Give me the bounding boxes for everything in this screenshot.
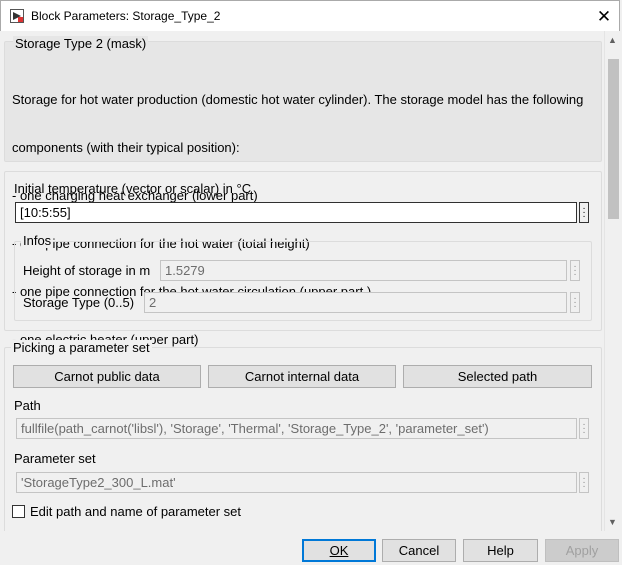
cancel-button-label: Cancel xyxy=(398,543,440,558)
height-field: 1.5279 xyxy=(160,260,567,281)
apply-button-label: Apply xyxy=(565,543,599,558)
height-label: Height of storage in m xyxy=(23,263,151,278)
carnot-public-data-button[interactable]: Carnot public data xyxy=(13,365,201,388)
more-dots-icon: · · · xyxy=(570,292,580,313)
close-icon[interactable]: ✕ xyxy=(589,1,619,32)
scroll-up-icon[interactable]: ▲ xyxy=(608,35,617,45)
mask-description-panel: Storage Type 2 (mask) Storage for hot wa… xyxy=(4,36,602,347)
initial-temp-input[interactable]: [10:5:55] xyxy=(15,202,577,223)
more-dots-icon: · · · xyxy=(579,472,589,493)
more-dots-icon: · · · xyxy=(579,418,589,439)
dialog-footer: OK Cancel Help Apply xyxy=(0,531,622,565)
scroll-down-icon[interactable]: ▼ xyxy=(608,517,617,527)
dialog-content: Storage Type 2 (mask) Storage for hot wa… xyxy=(0,31,604,531)
apply-button[interactable]: Apply xyxy=(545,539,619,562)
description-line: components (with their typical position)… xyxy=(12,140,240,155)
parameter-set-label: Parameter set xyxy=(14,451,96,466)
help-button-label: Help xyxy=(487,543,514,558)
path-field: fullfile(path_carnot('libsl'), 'Storage'… xyxy=(16,418,577,439)
title-bar: Block Parameters: Storage_Type_2 ✕ xyxy=(0,0,620,31)
storage-type-field: 2 xyxy=(144,292,567,313)
selected-path-button[interactable]: Selected path xyxy=(403,365,592,388)
cancel-button[interactable]: Cancel xyxy=(382,539,456,562)
picking-legend: Picking a parameter set xyxy=(11,340,152,355)
infos-legend: Infos xyxy=(21,233,54,248)
help-button[interactable]: Help xyxy=(463,539,538,562)
initial-temp-label: Initial temperature (vector or scalar) i… xyxy=(14,181,252,196)
path-label: Path xyxy=(14,398,41,413)
vertical-scrollbar[interactable]: ▲ ▼ xyxy=(604,31,621,531)
ok-button[interactable]: OK xyxy=(302,539,376,562)
edit-path-checkbox-label[interactable]: Edit path and name of parameter set xyxy=(30,504,241,519)
parameter-set-field: 'StorageType2_300_L.mat' xyxy=(16,472,577,493)
scroll-thumb[interactable] xyxy=(608,59,619,219)
more-dots-icon: · · · xyxy=(570,260,580,281)
storage-type-label: Storage Type (0..5) xyxy=(23,295,135,310)
carnot-internal-data-button[interactable]: Carnot internal data xyxy=(208,365,396,388)
mask-legend: Storage Type 2 (mask) xyxy=(13,36,149,51)
simulink-block-icon xyxy=(10,9,24,23)
ok-button-label: OK xyxy=(329,543,349,558)
window-title: Block Parameters: Storage_Type_2 xyxy=(31,9,221,23)
edit-path-checkbox[interactable] xyxy=(12,505,25,518)
more-dots-icon[interactable]: · · · xyxy=(579,202,589,223)
description-line: Storage for hot water production (domest… xyxy=(12,92,584,107)
